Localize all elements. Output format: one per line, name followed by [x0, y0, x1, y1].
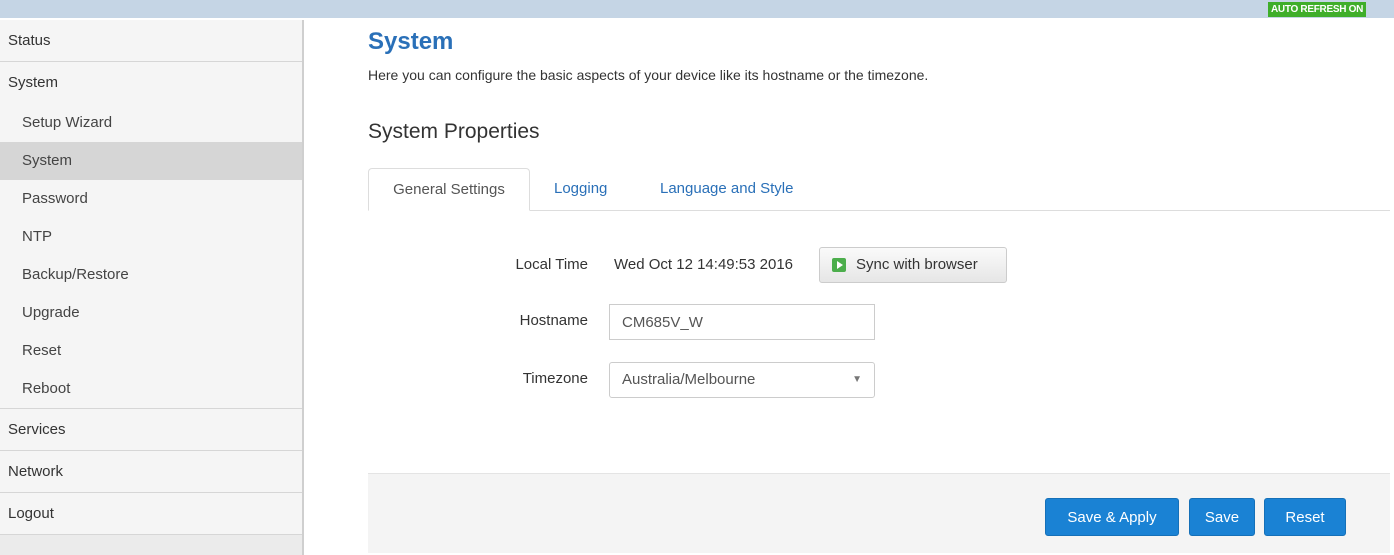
local-time-label: Local Time [515, 256, 588, 273]
sidebar-item-reboot[interactable]: Reboot [0, 370, 302, 408]
local-time-value: Wed Oct 12 14:49:53 2016 [614, 256, 794, 273]
sync-with-browser-button[interactable]: Sync with browser [819, 247, 1007, 283]
top-bar: AUTO REFRESH ON [0, 0, 1394, 18]
tab-logging[interactable]: Logging [554, 168, 607, 210]
timezone-select[interactable]: Australia/Melbourne ▼ [609, 362, 875, 398]
save-and-apply-button[interactable]: Save & Apply [1045, 498, 1179, 536]
timezone-selected-value: Australia/Melbourne [622, 371, 756, 388]
sidebar-item-status[interactable]: Status [0, 20, 302, 62]
chevron-down-icon: ▼ [852, 374, 862, 385]
tab-language-and-style[interactable]: Language and Style [660, 168, 793, 210]
sidebar-item-network[interactable]: Network [0, 451, 302, 493]
sidebar-item-services[interactable]: Services [0, 409, 302, 451]
hostname-input[interactable] [609, 304, 875, 340]
sidebar-item-backup-restore[interactable]: Backup/Restore [0, 256, 302, 294]
save-button[interactable]: Save [1189, 498, 1255, 536]
sidebar-group-system: System Setup Wizard System Password NTP … [0, 62, 302, 409]
hostname-label: Hostname [519, 312, 588, 329]
sidebar-item-reset[interactable]: Reset [0, 332, 302, 370]
sidebar-item-password[interactable]: Password [0, 180, 302, 218]
sidebar-item-logout[interactable]: Logout [0, 493, 302, 535]
play-icon [832, 258, 846, 272]
section-title: System Properties [368, 120, 540, 143]
tab-general-settings[interactable]: General Settings [368, 168, 530, 211]
sidebar-item-upgrade[interactable]: Upgrade [0, 294, 302, 332]
sidebar-item-ntp[interactable]: NTP [0, 218, 302, 256]
page-description: Here you can configure the basic aspects… [368, 67, 929, 83]
form-actions-bar: Save & Apply Save Reset [368, 473, 1390, 553]
sidebar: Status System Setup Wizard System Passwo… [0, 20, 304, 555]
auto-refresh-badge[interactable]: AUTO REFRESH ON [1268, 2, 1366, 17]
tab-bar: General Settings Logging Language and St… [368, 168, 1390, 211]
sync-button-label: Sync with browser [856, 256, 978, 273]
page-title: System [368, 28, 454, 55]
sidebar-item-system-sub[interactable]: System [0, 142, 302, 180]
sidebar-item-system[interactable]: System [0, 62, 302, 104]
timezone-label: Timezone [522, 370, 588, 387]
reset-button[interactable]: Reset [1264, 498, 1346, 536]
sidebar-item-setup-wizard[interactable]: Setup Wizard [0, 104, 302, 142]
